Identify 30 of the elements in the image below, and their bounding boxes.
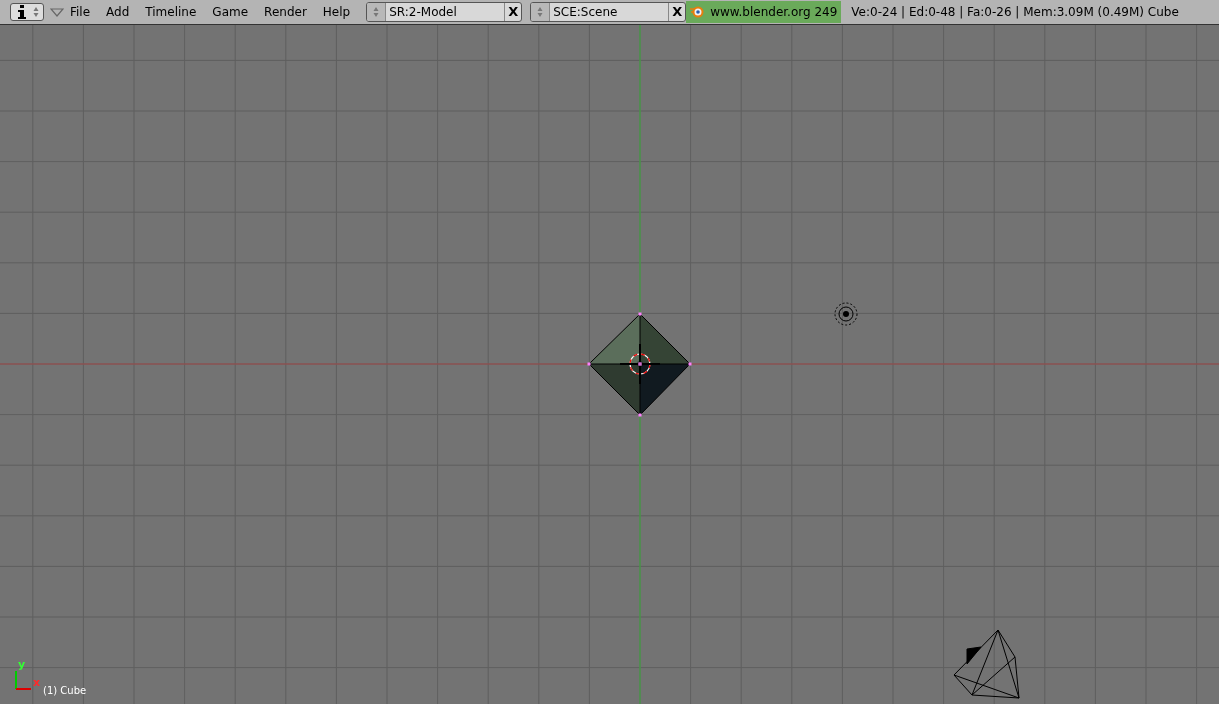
menu-item[interactable]: Render xyxy=(264,5,307,19)
screen-name-field[interactable]: SR:2-Model xyxy=(386,5,505,19)
3d-viewport[interactable]: y x (1) Cube xyxy=(0,25,1219,704)
camera-wireframe[interactable] xyxy=(953,629,1020,699)
lamp-icon[interactable] xyxy=(834,302,858,326)
delete-scene-button[interactable]: X xyxy=(668,3,686,21)
scene-stats: Ve:0-24 | Ed:0-48 | Fa:0-26 | Mem:3.09M (0.49M) Cube xyxy=(851,5,1179,19)
menu-item[interactable]: File xyxy=(70,5,91,19)
delete-screen-button[interactable]: X xyxy=(504,3,522,21)
window-type-selector[interactable] xyxy=(10,3,44,21)
menu-item[interactable]: Timeline xyxy=(145,5,197,19)
3d-cursor-icon xyxy=(619,343,661,385)
scene-name-field[interactable]: SCE:Scene xyxy=(550,5,669,19)
up-down-arrows-icon xyxy=(537,6,544,18)
version-label: www.blender.org 249 xyxy=(710,5,838,19)
y-axis-label: y xyxy=(18,658,26,671)
menu-item[interactable]: Help xyxy=(322,5,351,19)
axis-gizmo xyxy=(15,670,32,690)
logo-icon xyxy=(690,6,705,18)
scene-selector[interactable]: SCE:Scene X xyxy=(530,2,687,22)
up-down-arrows-icon xyxy=(33,6,39,18)
x-axis-label: x xyxy=(33,676,41,689)
up-down-arrows-icon xyxy=(373,6,380,18)
menu-item[interactable]: Add xyxy=(106,5,130,19)
object-label: (1) Cube xyxy=(43,685,87,696)
info-icon xyxy=(17,5,27,19)
collapse-triangle-icon[interactable] xyxy=(50,7,64,17)
screen-selector[interactable]: SR:2-Model X xyxy=(366,2,523,22)
octahedron-mesh[interactable] xyxy=(587,312,692,417)
menu-item[interactable]: Game xyxy=(212,5,249,19)
